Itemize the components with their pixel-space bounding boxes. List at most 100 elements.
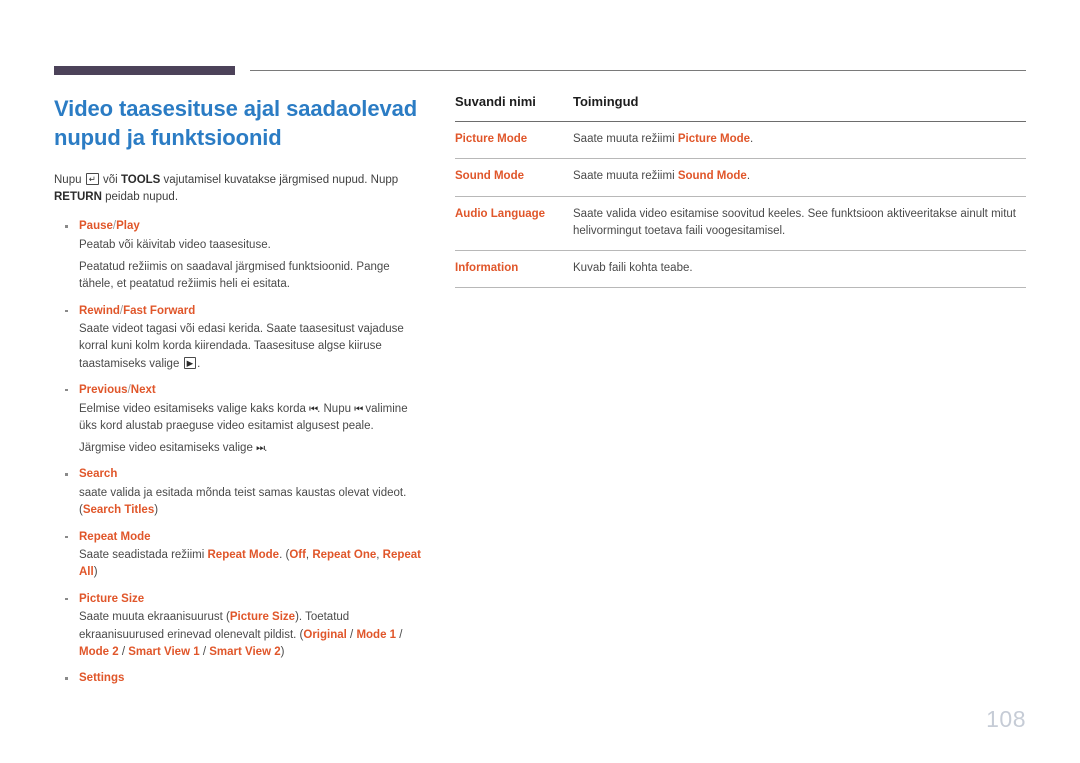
- left-column: Video taasesituse ajal saadaolevad nupud…: [54, 94, 422, 696]
- para-text-mid: ,: [305, 549, 310, 562]
- option-name-cell: Information: [455, 250, 573, 289]
- column-header-option-name: Suvandi nimi: [455, 94, 536, 109]
- original-keyword: Original: [303, 628, 347, 641]
- option-name-cell: Audio Language: [455, 196, 573, 251]
- head-play: Play: [116, 220, 140, 233]
- option-action-cell: Kuvab faili kohta teabe.: [573, 250, 1026, 289]
- page-title: Video taasesituse ajal saadaolevad nupud…: [54, 96, 418, 151]
- table-row: Audio Language Saate valida video esitam…: [455, 196, 1026, 251]
- head-rewind: Rewind: [79, 304, 120, 317]
- head-picture-size: Picture Size: [79, 592, 145, 605]
- option-separator: /: [202, 645, 207, 658]
- table-row: Information Kuvab faili kohta teabe.: [455, 250, 1026, 289]
- option-action-cell: Saate muuta režiimi Picture Mode.: [573, 121, 1026, 160]
- item-heading: Settings: [79, 670, 422, 687]
- para-text: Saate seadistada režiimi: [79, 549, 205, 562]
- intro-paragraph: Nupu ↵ või TOOLS vajutamisel kuvatakse j…: [54, 172, 422, 206]
- picture-size-keyword: Picture Size: [229, 611, 296, 624]
- item-heading: Repeat Mode: [79, 529, 422, 546]
- skip-forward-icon: ⏭: [256, 443, 265, 455]
- option-name-cell: Sound Mode: [455, 158, 573, 197]
- item-paragraph: Järgmise video esitamiseks valige ⏭.: [79, 440, 422, 457]
- para-text: Järgmise video esitamiseks valige: [79, 442, 253, 455]
- repeat-mode-keyword: Repeat Mode: [207, 549, 280, 562]
- header-thin-line: [250, 70, 1026, 71]
- list-item-repeat-mode: Repeat Mode Saate seadistada režiimi Rep…: [54, 529, 422, 582]
- table-row: Picture Mode Saate muuta režiimi Picture…: [455, 121, 1026, 160]
- action-keyword: Picture Mode: [677, 133, 751, 145]
- header-rule: [54, 66, 1026, 78]
- item-heading: Search: [79, 466, 422, 483]
- para-text: Eelmise video esitamiseks valige kaks ko…: [79, 402, 306, 415]
- para-text-end: .: [197, 357, 201, 370]
- head-search: Search: [79, 468, 118, 481]
- item-heading: Previous/Next: [79, 382, 422, 399]
- item-heading: Rewind/Fast Forward: [79, 303, 422, 320]
- return-keyword: RETURN: [54, 191, 102, 204]
- list-item-picture-size: Picture Size Saate muuta ekraanisuurust …: [54, 591, 422, 661]
- list-item-settings: Settings: [54, 670, 422, 687]
- head-repeat-mode: Repeat Mode: [79, 530, 151, 543]
- para-text-end: ): [93, 566, 98, 579]
- button-function-list: Pause/Play Peatab või käivitab video taa…: [54, 218, 422, 687]
- list-item-rewind-fast-forward: Rewind/Fast Forward Saate videot tagasi …: [54, 303, 422, 373]
- mode1-keyword: Mode 1: [356, 628, 397, 641]
- right-column: Suvandi nimi Toimingud Picture Mode Saat…: [455, 94, 1026, 289]
- intro-text-3: vajutamisel kuvatakse järgmised nupud. N…: [163, 174, 399, 187]
- off-keyword: Off: [289, 549, 306, 562]
- head-pause: Pause: [79, 220, 113, 233]
- intro-text-4: peidab nupud.: [105, 191, 179, 204]
- table-header-row: Suvandi nimi Toimingud: [455, 94, 1026, 122]
- item-paragraph: Eelmise video esitamiseks valige kaks ko…: [79, 401, 422, 436]
- para-text-mid: . (: [279, 549, 290, 562]
- item-paragraph: Peatatud režiimis on saadaval järgmised …: [79, 261, 390, 291]
- column-header-actions: Toimingud: [573, 94, 639, 109]
- para-text: Saate videot tagasi või edasi kerida. Sa…: [79, 323, 404, 370]
- page-number: 108: [986, 706, 1026, 732]
- smart-view1-keyword: Smart View 1: [128, 645, 200, 658]
- repeat-one-keyword: Repeat One: [312, 549, 377, 562]
- item-paragraph: saate valida ja esitada mõnda teist sama…: [79, 485, 422, 520]
- manual-page: Video taasesituse ajal saadaolevad nupud…: [0, 0, 1080, 763]
- para-text-mid: . Nupu: [317, 402, 351, 415]
- item-paragraph: Peatab või käivitab video taasesituse.: [79, 238, 271, 251]
- intro-text-2: või: [103, 174, 118, 187]
- search-titles-keyword: Search Titles: [82, 504, 155, 517]
- action-text: Saate muuta režiimi: [573, 170, 675, 183]
- table-row: Sound Mode Saate muuta režiimi Sound Mod…: [455, 158, 1026, 197]
- action-text-end: .: [746, 170, 751, 183]
- item-heading: Picture Size: [79, 591, 422, 608]
- para-text-end: ): [154, 504, 159, 517]
- action-keyword: Sound Mode: [677, 170, 747, 183]
- mode2-keyword: Mode 2: [79, 645, 119, 658]
- option-separator: /: [121, 645, 126, 658]
- option-name-cell: Picture Mode: [455, 121, 573, 160]
- item-paragraph: Saate seadistada režiimi Repeat Mode. (O…: [79, 547, 422, 582]
- list-item-previous-next: Previous/Next Eelmise video esitamiseks …: [54, 382, 422, 457]
- option-action-cell: Saate muuta režiimi Sound Mode.: [573, 158, 1026, 197]
- option-separator: /: [399, 628, 403, 641]
- intro-text-1: Nupu: [54, 174, 82, 187]
- head-previous: Previous: [79, 383, 128, 396]
- option-separator: /: [350, 628, 354, 641]
- action-text: Saate muuta režiimi: [573, 133, 675, 145]
- skip-back-icon: ⏮: [354, 403, 363, 415]
- item-paragraph: Saate muuta ekraanisuurust (Picture Size…: [79, 609, 422, 661]
- smart-view2-keyword: Smart View 2: [209, 645, 281, 658]
- action-text-end: .: [750, 133, 754, 145]
- return-key-icon: ↵: [85, 173, 99, 186]
- options-table: Suvandi nimi Toimingud Picture Mode Saat…: [455, 94, 1026, 289]
- play-icon: ▶: [183, 356, 197, 369]
- head-next: Next: [130, 383, 156, 396]
- item-paragraph: Saate videot tagasi või edasi kerida. Sa…: [79, 321, 422, 373]
- list-item-pause-play: Pause/Play Peatab või käivitab video taa…: [54, 218, 422, 293]
- table-body: Picture Mode Saate muuta režiimi Picture…: [455, 121, 1026, 289]
- item-heading: Pause/Play: [79, 218, 422, 235]
- para-text-end: .: [264, 442, 268, 455]
- head-fast-forward: Fast Forward: [123, 304, 196, 317]
- tools-keyword: TOOLS: [120, 174, 161, 187]
- para-text-mid: ,: [376, 549, 380, 562]
- header-accent-bar: [54, 66, 235, 75]
- option-action-cell: Saate valida video esitamise soovitud ke…: [573, 196, 1026, 251]
- head-settings: Settings: [79, 672, 125, 685]
